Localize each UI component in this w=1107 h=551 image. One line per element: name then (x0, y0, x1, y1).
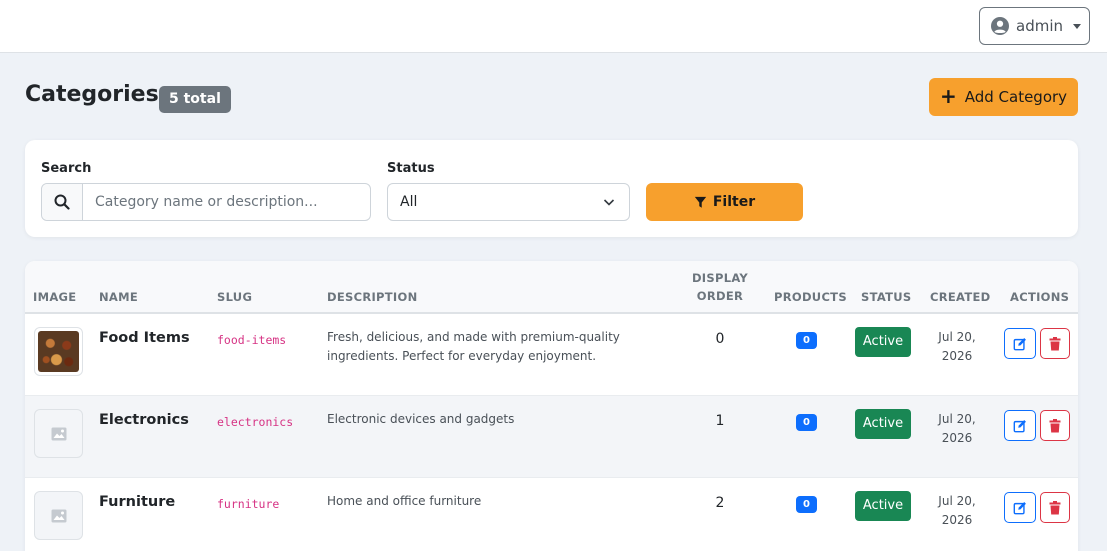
created-date-line: Jul 20, (938, 494, 976, 508)
description-line: ingredients. Perfect for everyday enjoym… (327, 349, 597, 363)
food-items-thumbnail (38, 331, 79, 372)
trash-icon (1049, 500, 1061, 514)
table-row: Furniture furniture Home and office furn… (25, 478, 1078, 551)
categories-table: IMAGE NAME SLUG DESCRIPTION DISPLAY ORDE… (25, 261, 1078, 551)
top-navbar: admin (0, 0, 1107, 53)
column-header-display-order: DISPLAY ORDER (691, 269, 749, 305)
created-date-line: 2026 (941, 431, 973, 445)
edit-button[interactable] (1004, 410, 1036, 441)
created-date-line: 2026 (941, 513, 973, 527)
display-order: 0 (715, 331, 725, 347)
filter-button[interactable]: Filter (646, 183, 803, 221)
user-circle-icon (991, 17, 1009, 35)
edit-button[interactable] (1004, 492, 1036, 523)
category-name: Food Items (99, 330, 190, 346)
column-header-image: IMAGE (33, 290, 77, 304)
edit-icon (1013, 501, 1026, 514)
table-header: IMAGE NAME SLUG DESCRIPTION DISPLAY ORDE… (25, 261, 1078, 314)
status-label: Status (387, 161, 435, 176)
add-category-button[interactable]: + Add Category (929, 78, 1078, 116)
table-row: Electronics electronics Electronic devic… (25, 396, 1078, 478)
column-header-created: CREATED (930, 290, 991, 304)
products-count-badge: 0 (796, 496, 817, 513)
category-name: Electronics (99, 412, 189, 428)
created-date: Jul 20, 2026 (931, 492, 983, 530)
category-slug: food-items (217, 333, 287, 347)
status-badge: Active (855, 491, 911, 521)
created-date: Jul 20, 2026 (931, 410, 983, 448)
column-header-slug: SLUG (217, 290, 253, 304)
category-name: Furniture (99, 494, 176, 510)
delete-button[interactable] (1040, 410, 1070, 441)
display-order: 1 (715, 413, 725, 429)
created-date-line: Jul 20, (938, 412, 976, 426)
created-date-line: 2026 (941, 349, 973, 363)
trash-icon (1049, 418, 1061, 432)
user-menu-button[interactable]: admin (979, 7, 1090, 45)
column-header-name: NAME (99, 290, 139, 304)
created-date-line: Jul 20, (938, 330, 976, 344)
filter-button-label: Filter (712, 194, 756, 210)
status-badge: Active (855, 409, 911, 439)
trash-icon (1049, 336, 1061, 350)
filter-card: Search Status All Filter (25, 140, 1078, 237)
category-description: Electronic devices and gadgets (327, 410, 627, 429)
products-count-badge: 0 (796, 414, 817, 431)
image-icon (51, 427, 66, 440)
description-line: Electronic devices and gadgets (327, 412, 515, 426)
status-select[interactable]: All (387, 183, 630, 221)
category-slug: electronics (217, 415, 294, 429)
search-label: Search (41, 161, 92, 176)
status-selected-value: All (400, 194, 418, 210)
description-line: Home and office furniture (327, 494, 482, 508)
page-title: Categories (25, 82, 159, 107)
chevron-down-icon (1073, 23, 1081, 29)
column-header-display-order-line2: ORDER (696, 289, 744, 303)
table-row: Food Items food-items Fresh, delicious, … (25, 314, 1078, 396)
column-header-products: PRODUCTS (774, 290, 847, 304)
display-order: 2 (715, 495, 725, 511)
column-header-status: STATUS (861, 290, 912, 304)
edit-button[interactable] (1004, 328, 1036, 359)
category-image-placeholder (34, 491, 83, 540)
status-badge: Active (855, 327, 911, 357)
search-group (41, 183, 371, 221)
category-image (34, 327, 83, 376)
description-line: Fresh, delicious, and made with premium-… (327, 330, 620, 344)
edit-icon (1013, 419, 1026, 432)
column-header-description: DESCRIPTION (327, 290, 418, 304)
plus-icon: + (939, 84, 957, 108)
column-header-display-order-line1: DISPLAY (691, 271, 749, 285)
image-icon (51, 509, 66, 522)
add-category-label: Add Category (964, 88, 1068, 106)
category-image-placeholder (34, 409, 83, 458)
chevron-down-icon (603, 199, 615, 206)
products-count-badge: 0 (796, 332, 817, 349)
total-count-badge: 5 total (159, 86, 231, 113)
column-header-actions: ACTIONS (1010, 290, 1070, 304)
category-description: Home and office furniture (327, 492, 627, 511)
category-description: Fresh, delicious, and made with premium-… (327, 328, 627, 366)
delete-button[interactable] (1040, 492, 1070, 523)
edit-icon (1013, 337, 1026, 350)
user-name: admin (1016, 17, 1063, 35)
category-slug: furniture (217, 497, 280, 511)
created-date: Jul 20, 2026 (931, 328, 983, 366)
search-icon (42, 184, 83, 220)
search-input[interactable] (83, 184, 368, 220)
delete-button[interactable] (1040, 328, 1070, 359)
filter-icon (694, 196, 707, 208)
